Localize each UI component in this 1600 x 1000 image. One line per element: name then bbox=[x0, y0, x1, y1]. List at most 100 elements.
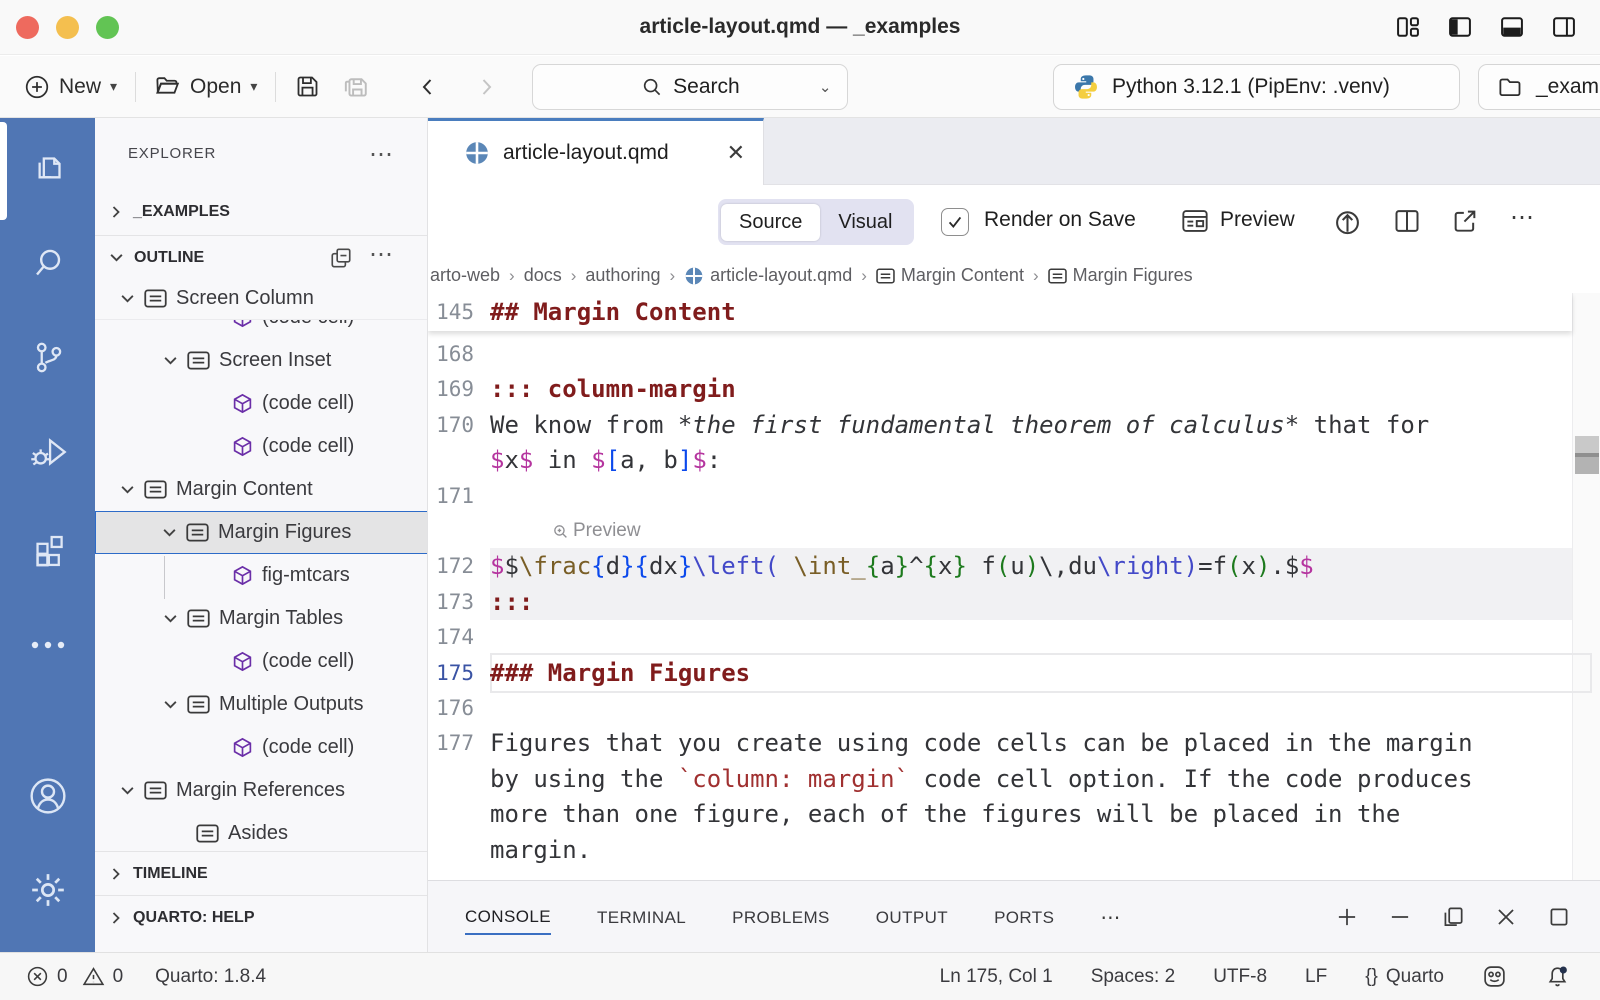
breadcrumb-item[interactable]: arto-web bbox=[430, 265, 500, 286]
sidebar-item-search[interactable] bbox=[0, 233, 95, 293]
sidebar-item-extensions[interactable] bbox=[0, 518, 95, 578]
more-panel-tabs-icon[interactable]: ⋯ bbox=[1100, 897, 1122, 936]
panel-tab-problems[interactable]: PROBLEMS bbox=[732, 900, 830, 934]
chevron-down-icon[interactable] bbox=[163, 611, 178, 626]
outline-item-label: (code cell) bbox=[262, 650, 354, 673]
preview-button[interactable]: Preview bbox=[1220, 208, 1295, 232]
preview-icon[interactable] bbox=[1181, 207, 1209, 235]
line-number: 177 bbox=[428, 731, 490, 755]
indentation-status[interactable]: Spaces: 2 bbox=[1091, 966, 1176, 988]
toggle-right-panel-icon[interactable] bbox=[1550, 13, 1578, 41]
editor-scrollbar[interactable] bbox=[1572, 293, 1600, 880]
customize-layout-icon[interactable] bbox=[1394, 13, 1422, 41]
section-timeline[interactable]: TIMELINE bbox=[95, 852, 428, 895]
eol-status[interactable]: LF bbox=[1305, 966, 1327, 988]
panel-tab-console[interactable]: CONSOLE bbox=[465, 899, 551, 935]
new-file-button[interactable]: New ▾ bbox=[14, 74, 127, 100]
open-button[interactable]: Open ▾ bbox=[144, 73, 267, 100]
language-mode-status[interactable]: {} Quarto bbox=[1365, 966, 1444, 988]
search-input[interactable]: Search ⌄ bbox=[532, 64, 848, 110]
outline-item-screen-inset[interactable]: Screen Inset bbox=[95, 339, 428, 382]
outline-item-code-cell[interactable]: (code cell) bbox=[95, 425, 428, 468]
collapse-all-icon[interactable] bbox=[329, 246, 353, 270]
outline-item-asides[interactable]: Asides bbox=[95, 812, 428, 855]
chevron-down-icon[interactable] bbox=[162, 525, 177, 540]
sidebar-item-source-control[interactable] bbox=[0, 328, 95, 388]
source-mode-button[interactable]: Source bbox=[721, 204, 820, 241]
save-all-button[interactable] bbox=[331, 72, 380, 101]
notifications-bell-icon[interactable] bbox=[1545, 964, 1570, 989]
render-on-save-checkbox[interactable] bbox=[941, 208, 969, 236]
breadcrumb-item-file[interactable]: article-layout.qmd bbox=[684, 265, 852, 286]
workspace-selector[interactable]: _examples bbox=[1478, 64, 1600, 110]
code-editor[interactable]: 168 169::: column-margin 170We know from… bbox=[428, 293, 1600, 880]
breadcrumb-item[interactable]: authoring bbox=[585, 265, 660, 286]
more-actions-icon[interactable]: ⋯ bbox=[1510, 203, 1536, 232]
maximize-panel-icon[interactable] bbox=[1546, 904, 1572, 930]
tab-article-layout[interactable]: article-layout.qmd ✕ bbox=[428, 118, 764, 185]
outline-item-margin-tables[interactable]: Margin Tables bbox=[95, 597, 428, 640]
encoding-status[interactable]: UTF-8 bbox=[1213, 966, 1267, 988]
open-button-label: Open bbox=[190, 75, 241, 99]
close-icon[interactable]: ✕ bbox=[727, 140, 745, 166]
panel-tab-ports[interactable]: PORTS bbox=[994, 900, 1054, 934]
code-line: 171 bbox=[428, 478, 1572, 514]
sticky-scroll-line[interactable]: 145 ## Margin Content bbox=[428, 293, 1572, 331]
panel-tab-terminal[interactable]: TERMINAL bbox=[597, 900, 686, 934]
chevron-down-icon[interactable] bbox=[120, 482, 135, 497]
new-console-icon[interactable] bbox=[1334, 904, 1360, 930]
outline-item-code-cell[interactable]: (code cell) bbox=[95, 726, 428, 769]
code-line: 176 bbox=[428, 690, 1572, 726]
split-panel-icon[interactable] bbox=[1440, 904, 1466, 930]
outline-item-code-cell[interactable]: (code cell) bbox=[95, 640, 428, 683]
scrollbar-thumb[interactable] bbox=[1575, 436, 1599, 474]
panel-tab-output[interactable]: OUTPUT bbox=[876, 900, 948, 934]
chevron-down-icon[interactable] bbox=[120, 291, 135, 306]
outline-item-fig-mtcars[interactable]: fig-mtcars bbox=[95, 554, 428, 597]
interpreter-selector[interactable]: Python 3.12.1 (PipEnv: .venv) bbox=[1053, 64, 1460, 110]
section-examples[interactable]: _EXAMPLES bbox=[95, 190, 428, 233]
outline-item-margin-content[interactable]: Margin Content bbox=[95, 468, 428, 511]
more-actions-icon[interactable]: ⋯ bbox=[369, 250, 395, 260]
toggle-left-panel-icon[interactable] bbox=[1446, 13, 1474, 41]
settings-button[interactable] bbox=[0, 860, 95, 920]
minimize-window-button[interactable] bbox=[56, 16, 79, 39]
close-panel-icon[interactable] bbox=[1493, 904, 1519, 930]
chevron-down-icon[interactable] bbox=[163, 353, 178, 368]
sidebar-item-run-debug[interactable] bbox=[0, 423, 95, 483]
split-editor-icon[interactable] bbox=[1393, 207, 1421, 235]
render-publish-icon[interactable] bbox=[1333, 207, 1362, 236]
breadcrumb-item[interactable]: docs bbox=[524, 265, 562, 286]
outline-item-screen-column[interactable]: Screen Column bbox=[95, 277, 428, 320]
navigate-back-button[interactable] bbox=[406, 75, 450, 99]
outline-item-code-cell[interactable]: (code cell) bbox=[95, 382, 428, 425]
sidebar-item-explorer[interactable] bbox=[0, 140, 95, 200]
outline-item-margin-figures[interactable]: Margin Figures bbox=[95, 511, 428, 554]
chevron-down-icon[interactable] bbox=[120, 783, 135, 798]
section-label: TIMELINE bbox=[133, 865, 208, 883]
breadcrumb-item-section[interactable]: Margin Content bbox=[876, 265, 1024, 286]
error-icon bbox=[26, 965, 49, 988]
visual-mode-button[interactable]: Visual bbox=[820, 204, 910, 241]
minimize-panel-icon[interactable] bbox=[1387, 904, 1413, 930]
navigate-forward-button[interactable] bbox=[464, 75, 508, 99]
more-views-button[interactable] bbox=[0, 615, 95, 675]
problems-status[interactable]: 0 0 bbox=[26, 965, 123, 988]
save-button[interactable] bbox=[284, 73, 331, 100]
quarto-version-status[interactable]: Quarto: 1.8.4 bbox=[155, 966, 266, 988]
outline-item-multiple-outputs[interactable]: Multiple Outputs bbox=[95, 683, 428, 726]
breadcrumb-item-section[interactable]: Margin Figures bbox=[1048, 265, 1193, 286]
open-in-new-window-icon[interactable] bbox=[1451, 207, 1479, 235]
more-actions-icon[interactable]: ⋯ bbox=[369, 150, 395, 160]
outline-item-margin-references[interactable]: Margin References bbox=[95, 769, 428, 812]
zoom-window-button[interactable] bbox=[96, 16, 119, 39]
cursor-position-status[interactable]: Ln 175, Col 1 bbox=[940, 966, 1053, 988]
preview-codelens[interactable]: Preview bbox=[552, 520, 641, 542]
account-button[interactable] bbox=[0, 766, 95, 826]
section-quarto-help[interactable]: QUARTO: HELP bbox=[95, 896, 428, 939]
chevron-down-icon[interactable] bbox=[163, 697, 178, 712]
close-window-button[interactable] bbox=[16, 16, 39, 39]
chevron-right-icon: › bbox=[669, 266, 675, 286]
feedback-smiley-icon[interactable] bbox=[1482, 964, 1507, 989]
toggle-bottom-panel-icon[interactable] bbox=[1498, 13, 1526, 41]
